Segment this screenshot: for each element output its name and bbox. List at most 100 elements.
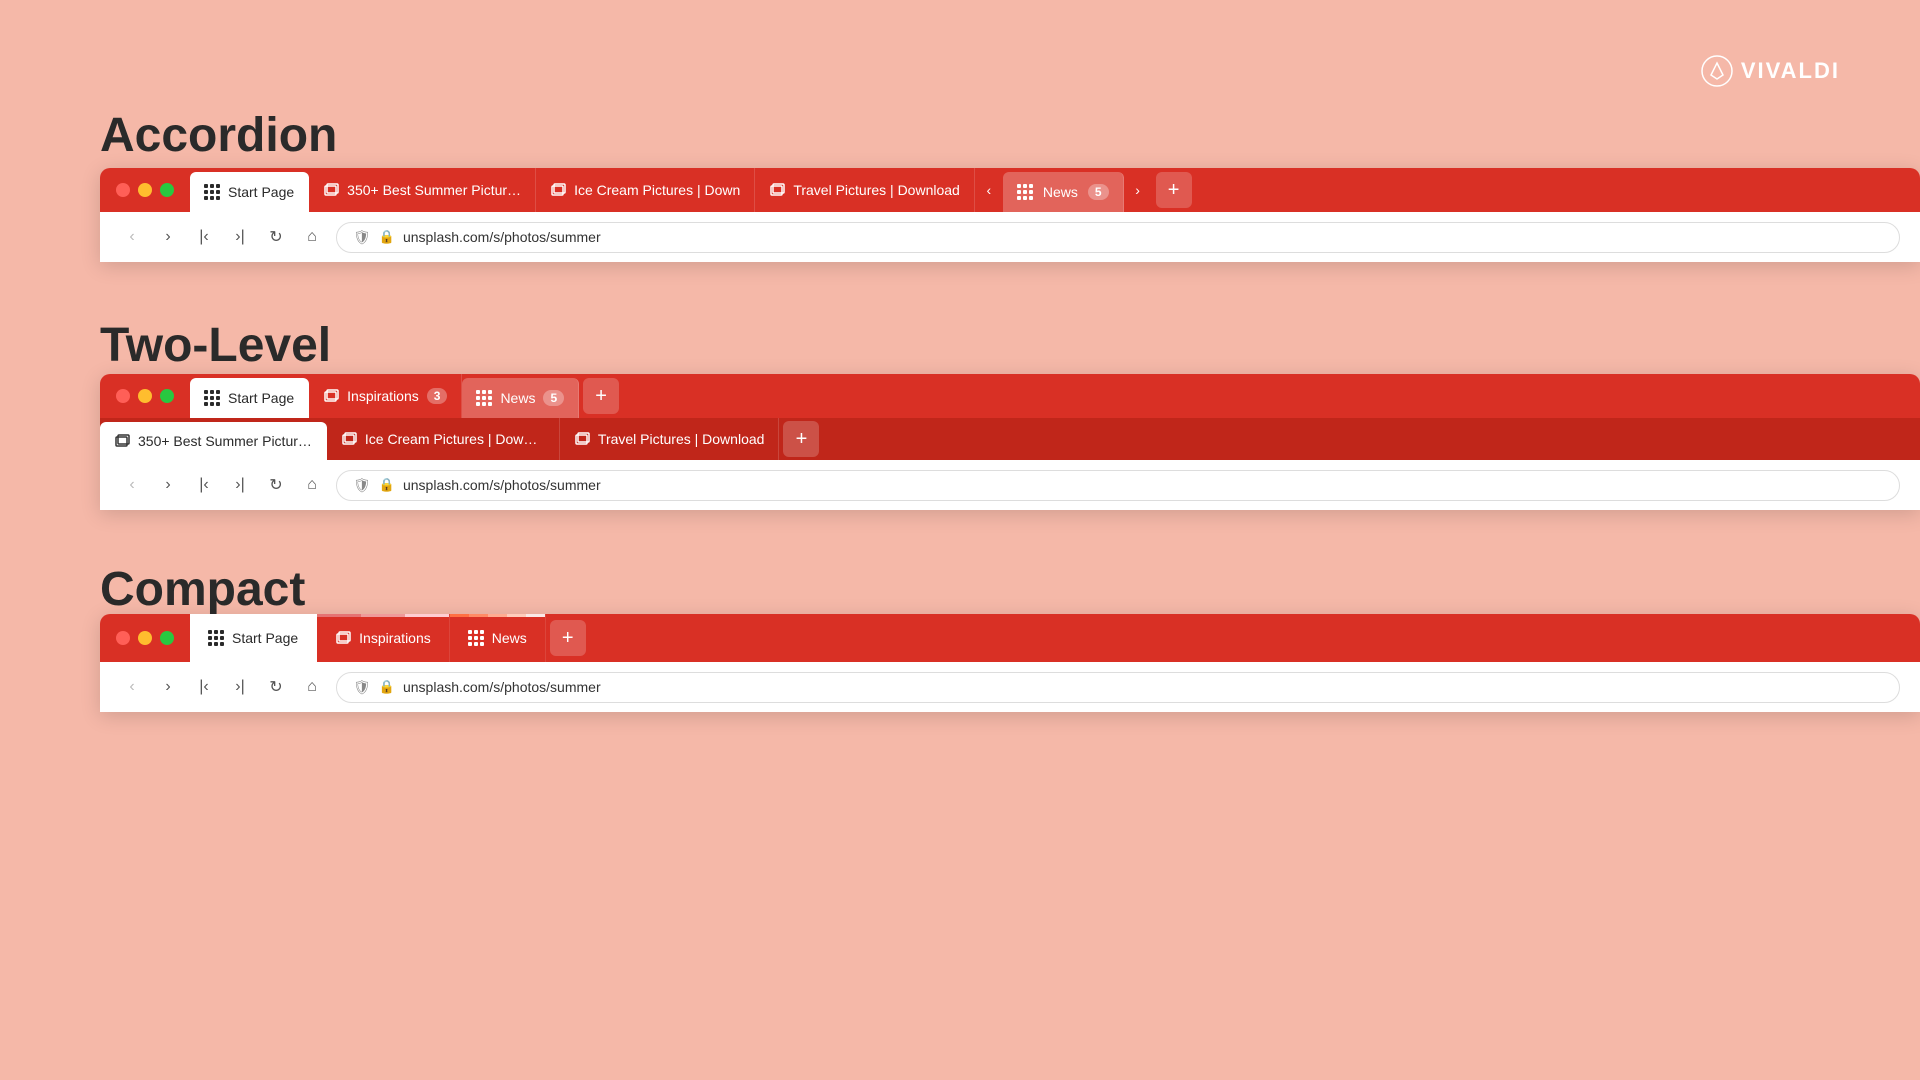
twolevel-tab-start[interactable]: Start Page <box>190 378 309 418</box>
shield-icon: 🛡 <box>353 229 371 246</box>
subtab-icecream-label: Ice Cream Pictures | Down… <box>365 431 545 447</box>
back-button-3[interactable]: ‹ <box>120 473 144 497</box>
tab-icecream[interactable]: Ice Cream Pictures | Down <box>536 168 755 212</box>
apps-icon-start2 <box>204 390 220 406</box>
tab-start-page[interactable]: Start Page <box>190 172 309 212</box>
last-page-button-4[interactable]: ›| <box>228 675 252 699</box>
compact-tab-news[interactable]: News <box>450 614 546 662</box>
stack-icon-7 <box>574 431 590 447</box>
twolevel-news-count: 5 <box>543 390 564 406</box>
tab-scroll-right[interactable]: › <box>1124 168 1152 212</box>
url-text-3: unsplash.com/s/photos/summer <box>403 679 601 695</box>
first-page-button-3[interactable]: |‹ <box>192 473 216 497</box>
tab-travel[interactable]: Travel Pictures | Download <box>755 168 975 212</box>
back-button-4[interactable]: ‹ <box>120 675 144 699</box>
tab-news-label: News <box>1043 184 1078 200</box>
reload-button-3[interactable]: ↻ <box>264 473 288 497</box>
maximize-button-2[interactable] <box>160 389 174 403</box>
twolevel-news-label: News <box>500 390 535 406</box>
stack-icon-6 <box>341 431 357 447</box>
vivaldi-logo: VIVALDI <box>1701 55 1840 87</box>
last-page-button[interactable]: ›| <box>228 225 252 249</box>
twolevel-title: Two-Level <box>100 318 331 373</box>
compact-tab-bar: Start Page Inspirations <box>100 614 1920 662</box>
forward-button-3[interactable]: › <box>156 473 180 497</box>
compact-inspirations-label: Inspirations <box>359 630 431 646</box>
accordion-window-controls <box>100 168 190 212</box>
forward-button-4[interactable]: › <box>156 675 180 699</box>
apps-icon-compact <box>208 630 224 646</box>
subtab-travel[interactable]: Travel Pictures | Download <box>560 418 780 460</box>
tab-start-label: Start Page <box>228 184 294 200</box>
maximize-button[interactable] <box>160 183 174 197</box>
subtab-travel-label: Travel Pictures | Download <box>598 431 765 447</box>
compact-news-label: News <box>492 630 527 646</box>
stack-icon-comp1 <box>335 630 351 646</box>
tab-summer-label: 350+ Best Summer Pictur… <box>347 182 521 198</box>
twolevel-subtab-bar: 350+ Best Summer Pictur… Ice Cream Pictu… <box>100 418 1920 460</box>
twolevel-browser: Start Page Inspirations 3 News 5 + <box>100 374 1920 510</box>
stack-icon-5 <box>114 433 130 449</box>
close-button[interactable] <box>116 183 130 197</box>
forward-button[interactable]: › <box>156 225 180 249</box>
minimize-button-4[interactable] <box>138 631 152 645</box>
reload-button-4[interactable]: ↻ <box>264 675 288 699</box>
compact-tab-inspirations[interactable]: Inspirations <box>317 614 450 662</box>
add-tab-button-3[interactable]: + <box>783 421 819 457</box>
home-button[interactable]: ⌂ <box>300 225 324 249</box>
first-page-button-4[interactable]: |‹ <box>192 675 216 699</box>
tab-news-group[interactable]: News 5 <box>1003 172 1124 212</box>
first-page-button[interactable]: |‹ <box>192 225 216 249</box>
add-tab-button-4[interactable]: + <box>550 620 586 656</box>
twolevel-start-label: Start Page <box>228 390 294 406</box>
tab-news-count: 5 <box>1088 184 1109 200</box>
accordion-title: Accordion <box>100 108 337 163</box>
compact-tab-start[interactable]: Start Page <box>190 614 317 662</box>
address-field-3[interactable]: 🛡 🔒 unsplash.com/s/photos/summer <box>336 672 1900 703</box>
minimize-button[interactable] <box>138 183 152 197</box>
home-button-3[interactable]: ⌂ <box>300 473 324 497</box>
accordion-browser: Start Page 350+ Best Summer Pictur… Ice … <box>100 168 1920 262</box>
address-field[interactable]: 🛡 🔒 unsplash.com/s/photos/summer <box>336 222 1900 253</box>
tab-travel-label: Travel Pictures | Download <box>793 182 960 198</box>
compact-window-controls <box>100 614 190 662</box>
twolevel-inspirations-count: 3 <box>427 388 448 404</box>
accordion-address-bar: ‹ › |‹ ›| ↻ ⌂ 🛡 🔒 unsplash.com/s/photos/… <box>100 212 1920 262</box>
tab-scroll-left[interactable]: ‹ <box>975 168 1003 212</box>
add-tab-button-2[interactable]: + <box>583 378 619 414</box>
close-button-4[interactable] <box>116 631 130 645</box>
stack-icon-4 <box>323 388 339 404</box>
minimize-button-2[interactable] <box>138 389 152 403</box>
compact-browser: Start Page Inspirations <box>100 614 1920 712</box>
reload-button[interactable]: ↻ <box>264 225 288 249</box>
tab-summer[interactable]: 350+ Best Summer Pictur… <box>309 168 536 212</box>
twolevel-tab-news[interactable]: News 5 <box>462 378 579 418</box>
compact-title: Compact <box>100 562 305 617</box>
close-button-2[interactable] <box>116 389 130 403</box>
home-button-4[interactable]: ⌂ <box>300 675 324 699</box>
twolevel-top-tab-bar: Start Page Inspirations 3 News 5 + <box>100 374 1920 418</box>
tab-icecream-label: Ice Cream Pictures | Down <box>574 182 740 198</box>
twolevel-tab-inspirations[interactable]: Inspirations 3 <box>309 374 462 418</box>
address-field-2[interactable]: 🛡 🔒 unsplash.com/s/photos/summer <box>336 470 1900 501</box>
lock-icon-2: 🔒 <box>379 477 395 493</box>
url-text: unsplash.com/s/photos/summer <box>403 229 601 245</box>
apps-icon-news <box>1017 184 1033 200</box>
apps-icon <box>204 184 220 200</box>
last-page-button-3[interactable]: ›| <box>228 473 252 497</box>
compact-address-bar: ‹ › |‹ ›| ↻ ⌂ 🛡 🔒 unsplash.com/s/photos/… <box>100 662 1920 712</box>
subtab-icecream[interactable]: Ice Cream Pictures | Down… <box>327 418 560 460</box>
subtab-summer[interactable]: 350+ Best Summer Pictur… <box>100 422 327 460</box>
apps-icon-news-compact <box>468 630 484 646</box>
back-button[interactable]: ‹ <box>120 225 144 249</box>
accordion-tab-bar: Start Page 350+ Best Summer Pictur… Ice … <box>100 168 1920 212</box>
url-text-2: unsplash.com/s/photos/summer <box>403 477 601 493</box>
add-tab-button[interactable]: + <box>1156 172 1192 208</box>
maximize-button-4[interactable] <box>160 631 174 645</box>
shield-icon-2: 🛡 <box>353 477 371 494</box>
stack-icon-2 <box>550 182 566 198</box>
lock-icon: 🔒 <box>379 229 395 245</box>
lock-icon-3: 🔒 <box>379 679 395 695</box>
vivaldi-logo-text: VIVALDI <box>1741 58 1840 84</box>
twolevel-window-controls <box>100 374 190 418</box>
